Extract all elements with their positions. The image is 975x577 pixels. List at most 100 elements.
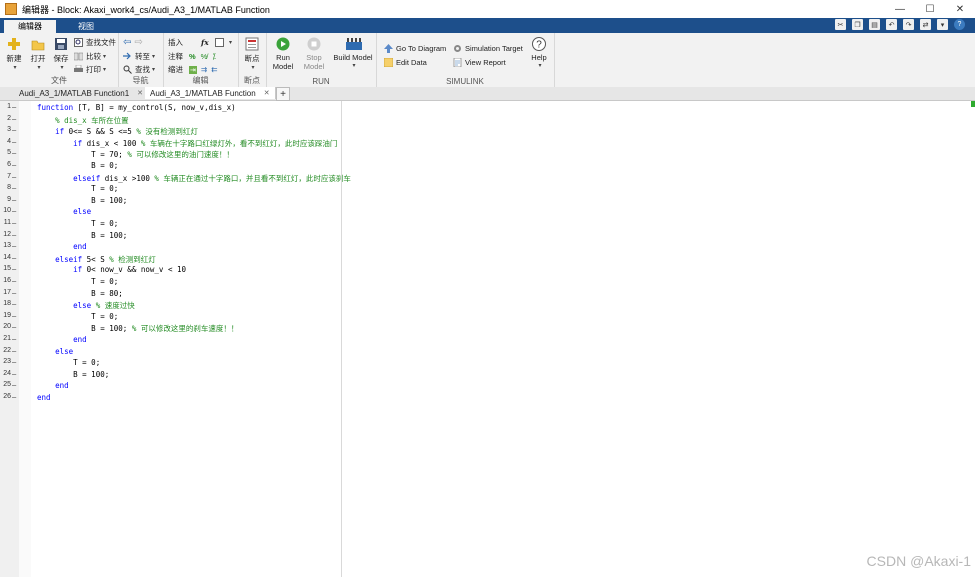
line-number[interactable]: 21: [0, 335, 11, 342]
code-line[interactable]: 24– B = 100;: [0, 370, 340, 382]
breakpoints-button[interactable]: 断点 ▾: [240, 37, 264, 71]
code-line[interactable]: 13– end: [0, 242, 340, 254]
back-arrow-icon[interactable]: ⇦: [123, 37, 131, 48]
cut-icon[interactable]: ✂: [835, 19, 846, 30]
fx-button[interactable]: fx: [201, 37, 209, 48]
line-number[interactable]: 22: [0, 347, 11, 354]
line-number[interactable]: 2: [0, 115, 11, 122]
line-number[interactable]: 6: [0, 161, 11, 168]
view-report-button[interactable]: View Report: [453, 57, 506, 68]
line-number[interactable]: 25: [0, 381, 11, 388]
edit-data-button[interactable]: Edit Data: [384, 57, 427, 68]
line-number[interactable]: 20: [0, 323, 11, 330]
code-line[interactable]: 7– elseif dis_x >100 % 车辆正在通过十字路口，并且看不到红…: [0, 173, 351, 185]
line-number[interactable]: 4: [0, 138, 11, 145]
code-editor[interactable]: 1– function [T, B] = my_control(S, now_v,…: [0, 101, 975, 577]
line-number[interactable]: 13: [0, 242, 11, 249]
line-number[interactable]: 23: [0, 358, 11, 365]
code-line[interactable]: 20– B = 100; % 可以修改这里的刹车速度！！: [0, 323, 340, 335]
compare-button[interactable]: 比较 ▾: [74, 51, 106, 62]
line-number[interactable]: 24: [0, 370, 11, 377]
line-number[interactable]: 18: [0, 300, 11, 307]
doc-tab-function1[interactable]: Audi_A3_1/MATLAB Function1 ✕: [14, 87, 150, 99]
switch-windows-icon[interactable]: ⇄: [920, 19, 931, 30]
line-number[interactable]: 7: [0, 173, 11, 180]
close-button[interactable]: ✕: [945, 0, 975, 18]
tab-editor[interactable]: 编辑器: [4, 20, 56, 33]
comment-icons[interactable]: % %̸ ⁒: [189, 51, 216, 62]
close-tab-icon[interactable]: ✕: [137, 89, 143, 97]
indent-icons[interactable]: ⇥ ⇉ ⇇: [189, 64, 217, 75]
add-tab-button[interactable]: +: [276, 87, 290, 101]
go-to-diagram-button[interactable]: Go To Diagram: [384, 43, 446, 54]
line-number[interactable]: 26: [0, 393, 11, 400]
line-number[interactable]: 11: [0, 219, 11, 226]
forward-arrow-icon[interactable]: ⇨: [134, 37, 142, 48]
comment-button[interactable]: 注释: [168, 51, 183, 62]
undo-icon[interactable]: ↶: [886, 19, 897, 30]
code-line[interactable]: 2– % dis_x 车所在位置: [0, 115, 340, 127]
help-button[interactable]: ? Help ▾: [526, 37, 552, 69]
back-forward-buttons[interactable]: ⇦ ⇨: [123, 37, 143, 48]
insert-section-button[interactable]: ▾: [215, 37, 232, 48]
decrease-indent-icon[interactable]: ⇇: [211, 65, 217, 74]
code-line[interactable]: 14– elseif 5< S % 检测到红灯: [0, 254, 340, 266]
code-line[interactable]: 21– end: [0, 335, 340, 347]
minimize-button[interactable]: —: [885, 0, 915, 18]
print-button[interactable]: 打印 ▾: [74, 64, 106, 75]
line-number[interactable]: 19: [0, 312, 11, 319]
code-line[interactable]: 18– else % 速度过快: [0, 300, 340, 312]
doc-tab-function[interactable]: Audi_A3_1/MATLAB Function ✕: [145, 87, 276, 99]
code-line[interactable]: 17– B = 80;: [0, 289, 340, 301]
code-line[interactable]: 6– B = 0;: [0, 161, 340, 173]
line-number[interactable]: 16: [0, 277, 11, 284]
tab-view[interactable]: 视图: [64, 20, 108, 33]
line-number[interactable]: 12: [0, 231, 11, 238]
line-number[interactable]: 9: [0, 196, 11, 203]
wrap-comment-icon[interactable]: ⁒: [212, 52, 215, 61]
code-line[interactable]: 25– end: [0, 381, 340, 393]
code-line[interactable]: 8– T = 0;: [0, 184, 340, 196]
goto-button[interactable]: 转至 ▾: [123, 51, 155, 62]
find-files-button[interactable]: 查找文件: [74, 37, 116, 48]
open-button[interactable]: 打开 ▾: [26, 37, 50, 71]
insert-button[interactable]: 插入: [168, 37, 183, 48]
line-number[interactable]: 14: [0, 254, 11, 261]
code-line[interactable]: 5– T = 70; % 可以修改这里的油门速度！！: [0, 149, 340, 161]
line-number[interactable]: 10: [0, 207, 11, 214]
uncomment-icon[interactable]: %̸: [201, 52, 208, 61]
code-line[interactable]: 9– B = 100;: [0, 196, 340, 208]
code-line[interactable]: 12– B = 100;: [0, 231, 340, 243]
code-line[interactable]: 11– T = 0;: [0, 219, 340, 231]
line-number[interactable]: 8: [0, 184, 11, 191]
code-line[interactable]: 15– if 0< now_v && now_v < 10: [0, 265, 340, 277]
paste-icon[interactable]: ▤: [869, 19, 880, 30]
copy-icon[interactable]: ❐: [852, 19, 863, 30]
stop-model-button[interactable]: Stop Model: [301, 37, 327, 71]
line-number[interactable]: 17: [0, 289, 11, 296]
percent-icon[interactable]: %: [189, 52, 196, 61]
code-line[interactable]: 19– T = 0;: [0, 312, 340, 324]
code-line[interactable]: 10– else: [0, 207, 340, 219]
line-number[interactable]: 5: [0, 149, 11, 156]
redo-icon[interactable]: ↷: [903, 19, 914, 30]
new-button[interactable]: 新建 ▾: [2, 37, 26, 71]
build-model-button[interactable]: Build Model ▾: [332, 37, 374, 69]
maximize-button[interactable]: ☐: [915, 0, 945, 18]
line-number[interactable]: 3: [0, 126, 11, 133]
code-line[interactable]: 4– if dis_x < 100 % 车辆在十字路口红绿灯外，看不到红灯，此时…: [0, 138, 340, 150]
help-icon[interactable]: ?: [954, 19, 965, 30]
close-tab-icon[interactable]: ✕: [264, 89, 270, 97]
code-line[interactable]: 3– if 0<= S && S <=5 % 没有检测到红灯: [0, 126, 340, 138]
increase-indent-icon[interactable]: ⇉: [201, 65, 207, 74]
code-line[interactable]: 23– T = 0;: [0, 358, 340, 370]
code-line[interactable]: 26– end: [0, 393, 340, 405]
save-button[interactable]: 保存 ▾: [49, 37, 73, 71]
code-line[interactable]: 1– function [T, B] = my_control(S, now_v,…: [0, 103, 340, 115]
code-line[interactable]: 16– T = 0;: [0, 277, 340, 289]
smart-indent-icon[interactable]: ⇥: [189, 65, 197, 74]
run-model-button[interactable]: Run Model: [270, 37, 296, 71]
indent-button[interactable]: 缩进: [168, 64, 183, 75]
line-number[interactable]: 1: [0, 103, 11, 110]
dropdown-icon[interactable]: ▾: [937, 19, 948, 30]
